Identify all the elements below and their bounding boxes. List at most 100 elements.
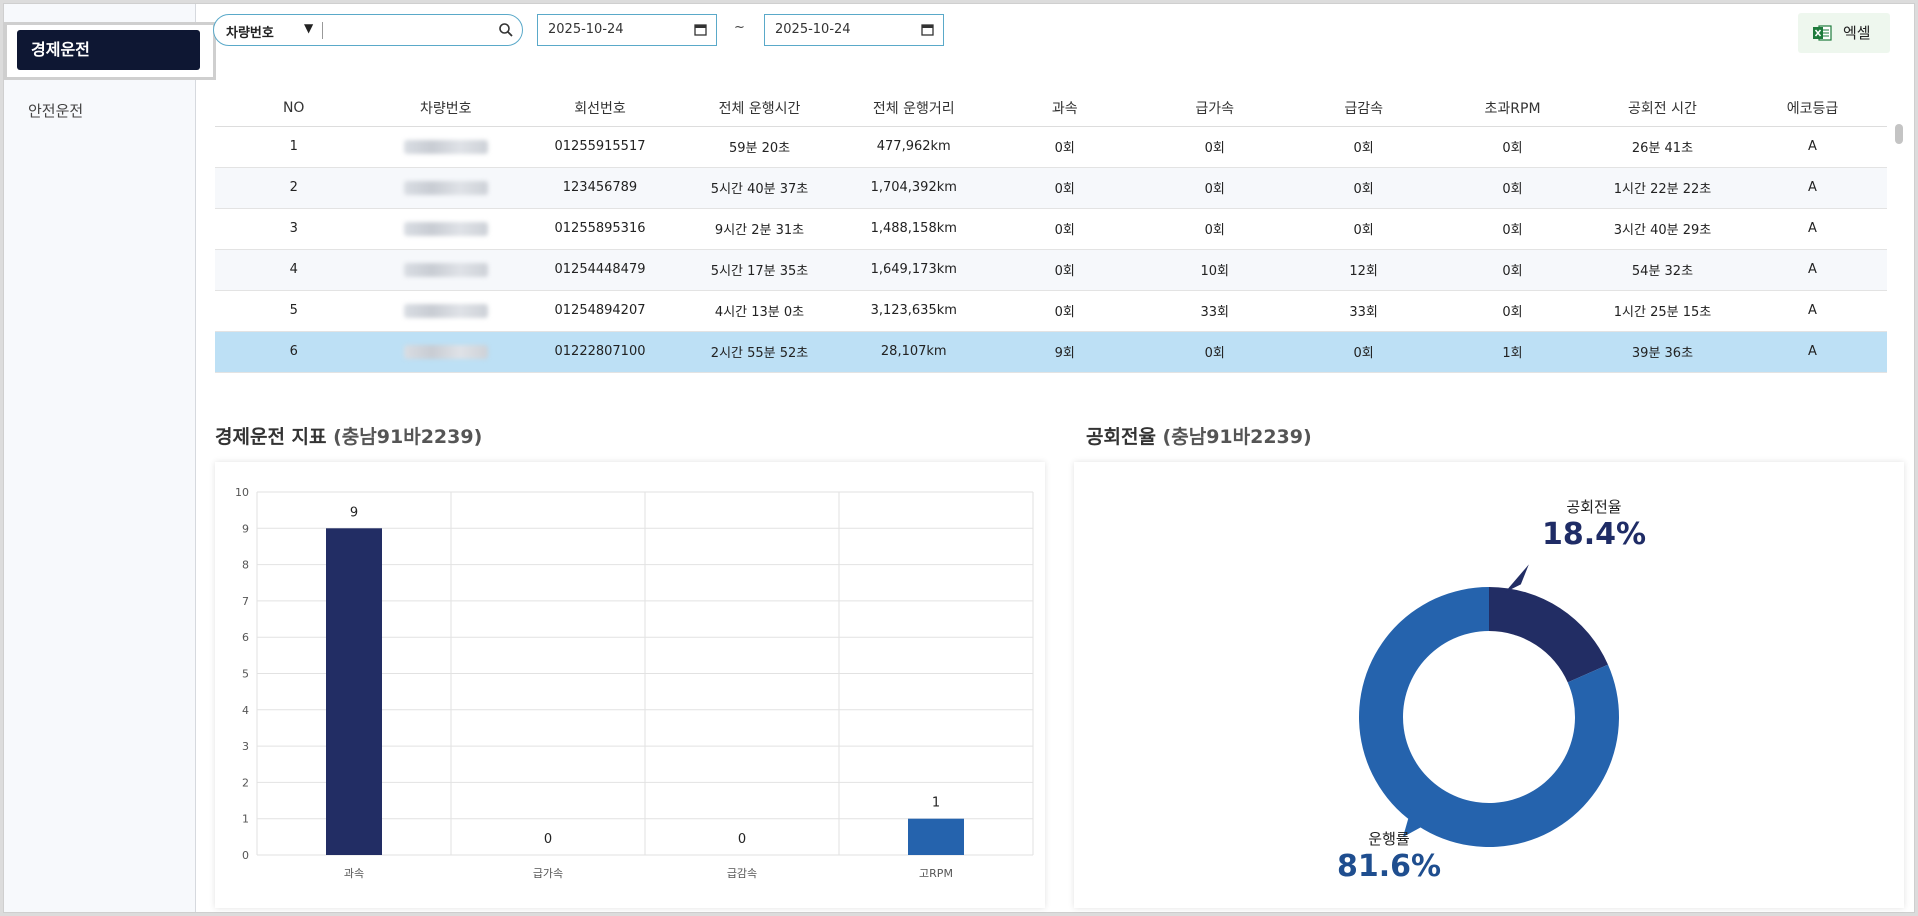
table-cell: 4 [215,249,373,291]
table-cell: 28,107km [838,331,990,373]
excel-button-label: 엑셀 [1843,24,1871,42]
search-type-select[interactable]: 차량번호 [226,22,274,41]
table-cell-vehicle [372,331,520,373]
search-divider [322,22,323,39]
table-cell: 0회 [1438,249,1587,291]
donut-label: 운행률 [1368,830,1410,848]
table-cell: 5시간 17분 35초 [680,249,839,291]
donut-slice [1489,587,1608,683]
column-header[interactable]: 급감속 [1289,90,1439,127]
table-cell: 5시간 40분 37초 [680,167,839,209]
table-cell: 01254448479 [519,249,681,291]
table-cell: 0회 [989,126,1141,168]
table-scrollbar[interactable] [1895,124,1903,144]
column-header[interactable]: 전체 운행시간 [680,90,839,127]
table-cell: 33회 [1140,290,1290,332]
section-title: 공회전율 [1086,426,1156,448]
x-tick-label: 급가속 [533,867,563,880]
table-cell: 0회 [989,208,1141,250]
donut-label: 공회전율 [1566,498,1621,516]
table-row[interactable]: 1 01255915517 59분 20초 477,962km 0회 0회 0회… [215,126,1887,168]
search-icon[interactable] [497,21,515,39]
column-header[interactable]: 급가속 [1140,90,1290,127]
donut-value-label: 81.6% [1337,849,1441,884]
y-tick-label: 1 [242,813,249,826]
table-cell: 0회 [1438,290,1587,332]
table-cell: 0회 [1438,208,1587,250]
y-tick-label: 8 [242,559,249,572]
table-cell: A [1738,167,1887,209]
date-separator: ~ [734,20,745,35]
section-subtitle: (충남91바2239) [1162,426,1312,448]
app-frame: 경제운전 안전운전 차량번호 ▼ 2025-10-24 ~ 2025-10-24 [3,3,1915,913]
column-header[interactable]: 회선번호 [519,90,681,127]
table-cell: 0회 [1289,208,1439,250]
table-row[interactable]: 4 01254448479 5시간 17분 35초 1,649,173km 0회… [215,249,1887,291]
table-row-selected[interactable]: 6 01222807100 2시간 55분 52초 28,107km 9회 0회… [215,331,1887,373]
y-tick-label: 7 [242,595,249,608]
table-row[interactable]: 2 123456789 5시간 40분 37초 1,704,392km 0회 0… [215,167,1887,209]
date-from-value: 2025-10-24 [548,22,624,37]
y-tick-label: 6 [242,631,249,644]
excel-icon [1813,25,1832,41]
table-cell: 0회 [1140,208,1290,250]
calendar-icon[interactable] [921,23,934,36]
vehicle-search-box[interactable]: 차량번호 ▼ [213,14,523,46]
table-cell: 0회 [1289,331,1439,373]
excel-export-button[interactable]: 엑셀 [1798,13,1890,53]
column-header[interactable]: NO [215,90,373,127]
chevron-down-icon[interactable]: ▼ [304,21,313,35]
column-header[interactable]: 차량번호 [372,90,520,127]
table-cell-vehicle [372,208,520,250]
bar [326,528,382,855]
table-cell: 01255915517 [519,126,681,168]
column-header[interactable]: 전체 운행거리 [838,90,990,127]
y-tick-label: 4 [242,704,249,717]
y-tick-label: 10 [235,486,249,499]
redacted-plate [403,344,488,359]
table-cell: 1회 [1438,331,1587,373]
column-header[interactable]: 에코등급 [1738,90,1887,127]
section-title: 경제운전 지표 [215,426,327,448]
y-tick-label: 2 [242,776,249,789]
table-cell: 9회 [989,331,1141,373]
table-cell-vehicle [372,126,520,168]
eco-driving-bar-chart: 0 1 2 3 4 5 6 7 8 9 10 9 과속 0 급가속 0 급감속 1 고RPM [235,486,1034,880]
table-cell: A [1738,249,1887,291]
sidebar-item-safe-driving[interactable]: 안전운전 [28,100,83,121]
bar-value-label: 9 [350,505,358,520]
redacted-plate [403,221,488,236]
table-cell: 0회 [1140,167,1290,209]
table-cell: 3시간 40분 29초 [1586,208,1738,250]
table-header-row: NO 차량번호 회선번호 전체 운행시간 전체 운행거리 과속 급가속 급감속 … [215,90,1887,127]
column-header[interactable]: 과속 [989,90,1141,127]
date-from-input[interactable]: 2025-10-24 [537,14,717,46]
redacted-plate [403,262,488,277]
table-cell: 0회 [1289,167,1439,209]
column-header[interactable]: 공회전 시간 [1586,90,1738,127]
y-tick-label: 0 [242,849,249,862]
table-cell: 39분 36초 [1586,331,1738,373]
table-cell: A [1738,331,1887,373]
table-row[interactable]: 3 01255895316 9시간 2분 31초 1,488,158km 0회 … [215,208,1887,250]
idle-rate-chart-title: 공회전율 (충남91바2239) [1086,422,1312,449]
redacted-plate [403,303,488,318]
table-cell: 9시간 2분 31초 [680,208,839,250]
callout-pointer [1504,564,1529,593]
table-row[interactable]: 5 01254894207 4시간 13분 0초 3,123,635km 0회 … [215,290,1887,332]
table-cell: 123456789 [519,167,681,209]
table-cell: 3,123,635km [838,290,990,332]
calendar-icon[interactable] [694,23,707,36]
table-cell: 0회 [1438,167,1587,209]
table-cell: 2 [215,167,373,209]
table-cell: A [1738,208,1887,250]
sidebar-item-eco-driving[interactable]: 경제운전 [17,30,200,70]
table-cell: 0회 [1438,126,1587,168]
donut-value-label: 18.4% [1542,517,1646,552]
table-cell: 1 [215,126,373,168]
table-cell: 0회 [989,290,1141,332]
table-cell: 0회 [1140,126,1290,168]
date-to-input[interactable]: 2025-10-24 [764,14,944,46]
column-header[interactable]: 초과RPM [1438,90,1587,127]
redacted-plate [403,139,488,154]
